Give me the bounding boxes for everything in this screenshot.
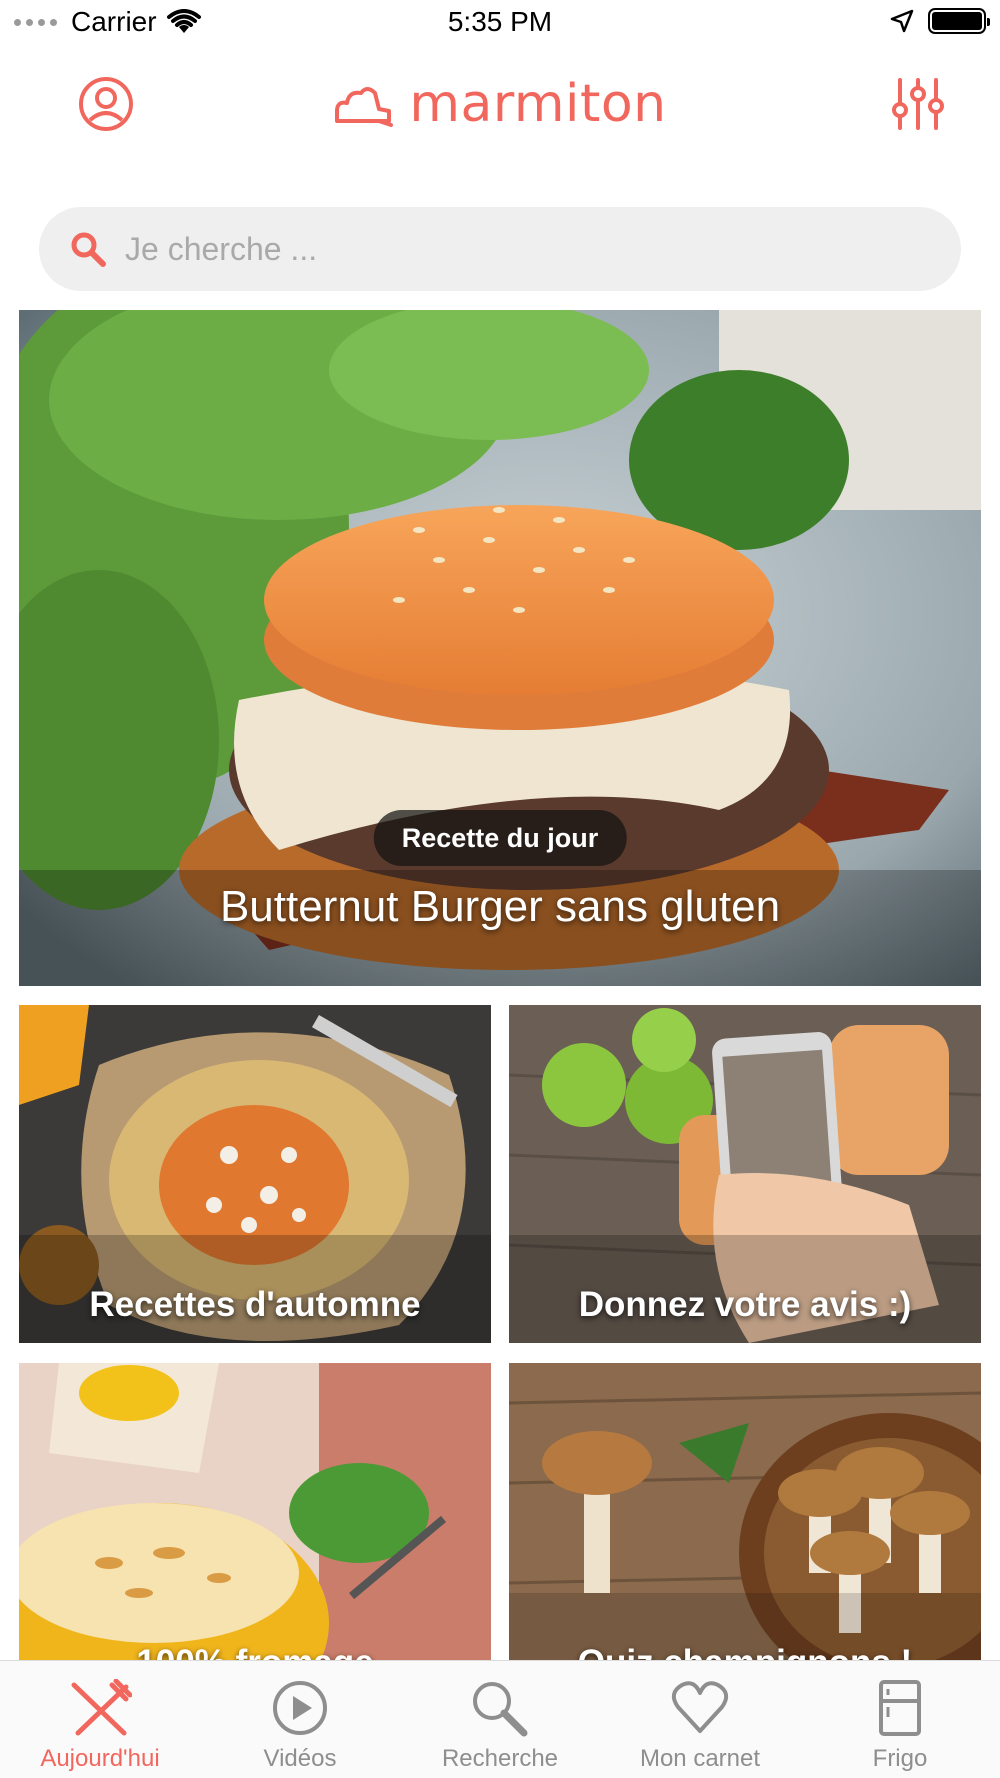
marmiton-logo: marmiton xyxy=(0,74,1000,134)
tab-label: Recherche xyxy=(441,1745,559,1772)
filters-button[interactable] xyxy=(888,74,948,134)
fridge-icon xyxy=(879,1680,921,1736)
status-bar: Carrier 5:35 PM xyxy=(0,0,1000,48)
logo-text: marmiton xyxy=(409,74,667,134)
hero-recipe-title: Butternut Burger sans gluten xyxy=(219,882,781,931)
tile-give-feedback[interactable]: Donnez votre avis :) xyxy=(509,1005,981,1343)
tab-label: Vidéos xyxy=(263,1745,337,1772)
tab-my-notebook[interactable]: Mon carnet xyxy=(600,1661,800,1778)
tile-title: Recettes d'automne xyxy=(89,1285,421,1324)
filters-icon xyxy=(892,78,944,130)
app-header: marmiton xyxy=(0,56,1000,152)
heart-icon xyxy=(671,1681,729,1733)
tab-label: Frigo xyxy=(872,1745,928,1772)
status-time: 5:35 PM xyxy=(447,6,553,37)
tab-today[interactable]: Aujourd'hui xyxy=(0,1661,200,1778)
chef-hat-logo-icon xyxy=(335,87,394,127)
tile-autumn-recipes[interactable]: Recettes d'automne xyxy=(19,1005,491,1343)
recipe-of-the-day-card[interactable]: Recette du jour Butternut Burger sans gl… xyxy=(19,310,981,986)
tab-label: Aujourd'hui xyxy=(40,1745,160,1772)
tile-mushroom-quiz[interactable]: Quiz champignons ! xyxy=(509,1363,981,1701)
tab-search[interactable]: Recherche xyxy=(400,1661,600,1778)
tab-fridge[interactable]: Frigo xyxy=(800,1661,1000,1778)
tab-label: Mon carnet xyxy=(639,1745,761,1772)
recipe-of-the-day-badge: Recette du jour xyxy=(373,810,627,866)
tile-cheese[interactable]: 100% fromage xyxy=(19,1363,491,1701)
play-icon xyxy=(273,1681,327,1735)
search-bar[interactable] xyxy=(39,207,961,291)
location-arrow-icon xyxy=(890,9,914,33)
search-input[interactable] xyxy=(125,230,945,268)
tile-title: Donnez votre avis :) xyxy=(578,1285,912,1324)
search-icon xyxy=(71,232,106,267)
battery-icon xyxy=(928,8,990,34)
search-icon xyxy=(473,1682,528,1737)
fork-knife-icon xyxy=(71,1679,132,1736)
tab-bar: Aujourd'hui Vidéos Recherche Mon carnet … xyxy=(0,1660,1000,1778)
status-right xyxy=(890,8,990,34)
tab-videos[interactable]: Vidéos xyxy=(200,1661,400,1778)
